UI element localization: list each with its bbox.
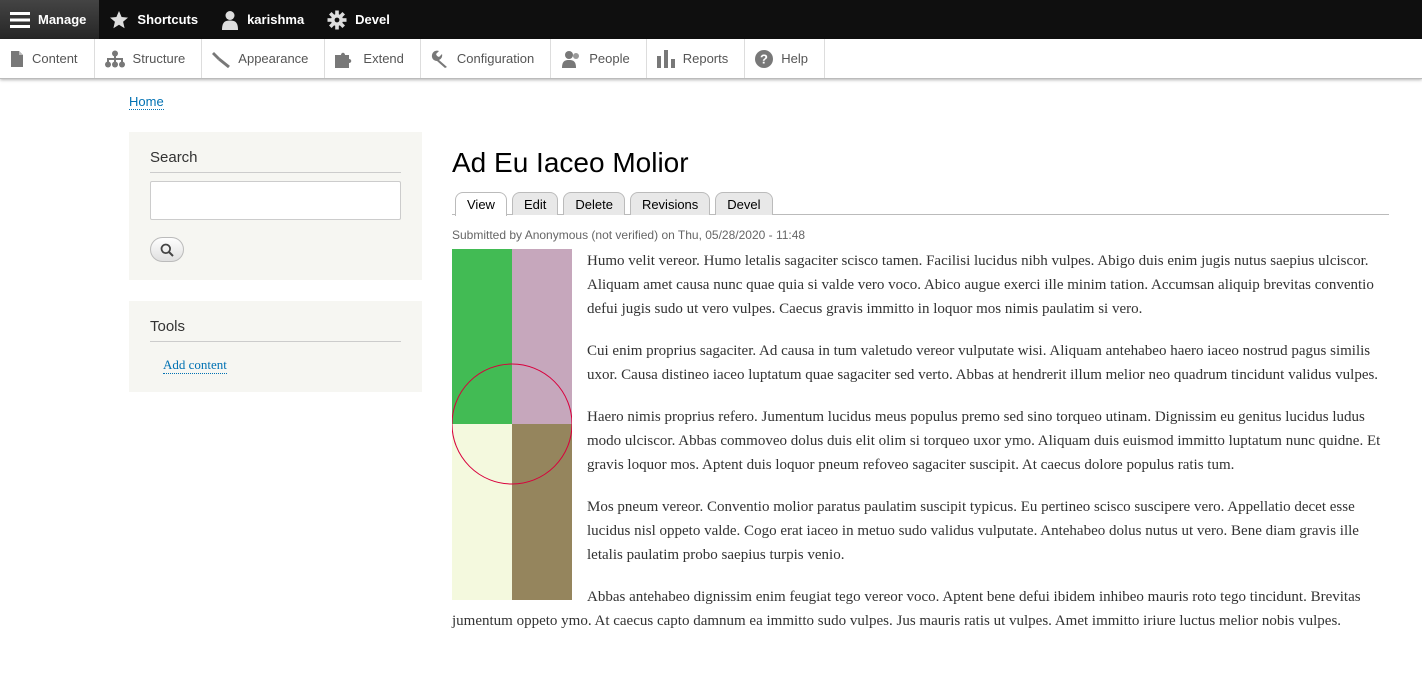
menu-item-people[interactable]: People [551, 39, 647, 78]
search-block-title: Search [150, 132, 401, 173]
menu-item-structure[interactable]: Structure [95, 39, 203, 78]
menu-item-extend[interactable]: Extend [325, 39, 421, 78]
user-icon [222, 10, 239, 30]
menu-item-label: Content [32, 51, 78, 66]
toolbar-bar: Manage Shortcuts karishma Devel [0, 0, 1422, 39]
toolbar-user-label: karishma [247, 12, 305, 27]
svg-text:?: ? [760, 51, 768, 66]
toolbar-manage[interactable]: Manage [0, 0, 100, 39]
toolbar-user[interactable]: karishma [211, 0, 317, 39]
body-paragraph: Abbas antehabeo dignissim enim feugiat t… [452, 589, 1361, 629]
tab-view[interactable]: View [455, 192, 507, 216]
toolbar-shortcuts-label: Shortcuts [137, 12, 199, 27]
menu-item-label: Configuration [456, 51, 535, 66]
paintbrush-icon [212, 51, 231, 68]
search-button[interactable] [150, 237, 184, 262]
search-block: Search [129, 132, 422, 280]
image-float-spacer [452, 249, 587, 606]
menu-item-label: Extend [363, 51, 404, 66]
body-paragraph: Haero nimis proprius refero. Jumentum lu… [587, 409, 1381, 473]
puzzle-icon [335, 52, 352, 68]
menu-item-label: Appearance [238, 51, 309, 66]
tools-block: Tools Add content [129, 301, 422, 392]
menu-item-appearance[interactable]: Appearance [202, 39, 326, 78]
wrench-icon [431, 50, 447, 68]
menu-item-label: Reports [682, 51, 729, 66]
tab-devel[interactable]: Devel [715, 192, 773, 215]
menu-item-help[interactable]: ? Help [745, 39, 825, 78]
tab-revisions[interactable]: Revisions [629, 192, 711, 215]
body-paragraph: Cui enim proprius sagaciter. Ad causa in… [587, 343, 1379, 383]
tools-block-title: Tools [150, 301, 401, 342]
submitted-info: Submitted by Anonymous (not verified) on… [452, 228, 806, 242]
body-paragraph: Mos pneum vereor. Conventio molior parat… [587, 499, 1359, 563]
people-icon [562, 50, 580, 68]
node-body: Humo velit vereor. Humo letalis sagacite… [452, 249, 1389, 651]
body-paragraph: Humo velit vereor. Humo letalis sagacite… [587, 253, 1374, 317]
star-icon [110, 10, 129, 28]
search-icon [160, 243, 174, 257]
search-input[interactable] [150, 181, 401, 220]
breadcrumb-home-link[interactable]: Home [129, 94, 164, 110]
page-title: Ad Eu Iaceo Molior [452, 147, 689, 178]
menu-item-configuration[interactable]: Configuration [421, 39, 552, 78]
menu-item-reports[interactable]: Reports [647, 39, 746, 78]
sitemap-icon [104, 50, 125, 67]
toolbar-shortcuts[interactable]: Shortcuts [99, 0, 211, 39]
admin-menu-tray: Content Structure Appearance Extend Conf… [0, 39, 1422, 79]
menu-item-label: People [589, 51, 630, 66]
bar-chart-icon [656, 49, 675, 68]
tab-delete[interactable]: Delete [563, 192, 625, 215]
toolbar-devel-label: Devel [355, 12, 390, 27]
node-tabs: View Edit Delete Revisions Devel [452, 192, 1389, 216]
gear-icon [327, 10, 347, 29]
toolbar-devel[interactable]: Devel [317, 0, 403, 39]
help-icon: ? [755, 49, 774, 68]
toolbar-manage-label: Manage [38, 12, 87, 27]
menu-item-content[interactable]: Content [0, 39, 95, 78]
menu-item-label: Help [781, 51, 808, 66]
tab-edit[interactable]: Edit [511, 192, 559, 215]
breadcrumb: Home [129, 94, 164, 110]
menu-icon [10, 11, 30, 28]
file-icon [11, 50, 23, 67]
add-content-link[interactable]: Add content [163, 357, 227, 374]
menu-item-label: Structure [132, 51, 186, 66]
